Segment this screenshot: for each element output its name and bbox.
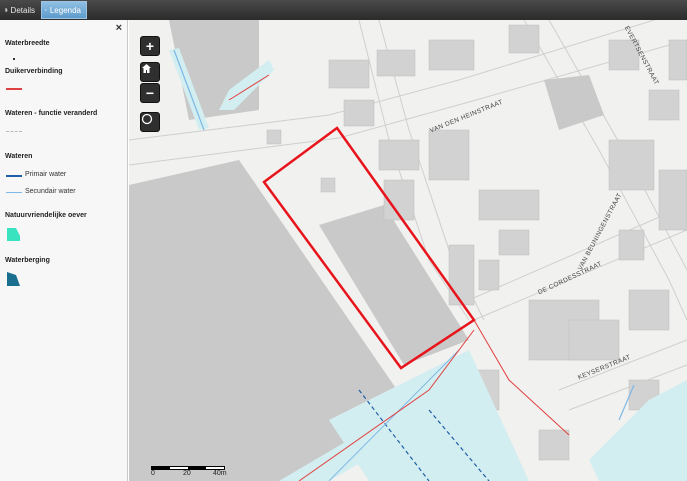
legend-secundair-label: Secundair water (25, 188, 76, 195)
home-button[interactable] (140, 62, 160, 82)
locate-button[interactable] (140, 112, 160, 132)
legend-natuurvriendelijk-symbol (7, 228, 20, 241)
legend-natuurvriendelijk-title: Natuurvriendelijke oever (5, 212, 87, 219)
legend-panel: × Waterbreedte Duikerverbinding Wateren … (0, 20, 128, 481)
legend-wateren-title: Wateren (5, 153, 33, 160)
map-view[interactable]: VAN DEN HEINSTRAAT VAN BEUNINGENSTRAAT D… (129, 20, 687, 481)
legend-waterberging-symbol (7, 272, 20, 286)
scale-label-20: 20 (183, 470, 191, 477)
scale-bar: 0 20 40m (151, 466, 231, 478)
legend-waterberging-title: Waterberging (5, 257, 50, 264)
tab-details[interactable]: Details (2, 1, 40, 19)
tab-legend-label: Legenda (49, 5, 81, 15)
zoom-out-button[interactable]: − (140, 83, 160, 103)
top-toolbar: Details Legenda (0, 0, 687, 20)
legend-duiker-symbol (6, 88, 22, 90)
legend-wateren-functie-title: Wateren - functie veranderd (5, 110, 98, 117)
legend-primair-symbol (6, 175, 22, 177)
legend-secundair-symbol (6, 192, 22, 193)
legend-waterbreedte-symbol (13, 58, 15, 60)
scale-label-0: 0 (151, 470, 155, 477)
circle-icon (141, 113, 153, 125)
home-icon (142, 64, 151, 73)
building-block (544, 75, 604, 130)
legend-duiker-title: Duikerverbinding (5, 68, 63, 75)
legend-icon (45, 9, 47, 11)
zoom-in-button[interactable]: + (140, 36, 160, 56)
close-icon[interactable]: × (116, 22, 122, 34)
tab-details-label: Details (10, 5, 35, 15)
legend-primair-label: Primair water (25, 171, 67, 178)
map-canvas (129, 20, 687, 481)
tab-legend[interactable]: Legenda (41, 1, 87, 19)
document-icon (5, 8, 8, 12)
legend-wateren-functie-symbol (6, 131, 22, 132)
legend-waterbreedte-title: Waterbreedte (5, 40, 50, 47)
scale-label-40: 40m (213, 470, 227, 477)
